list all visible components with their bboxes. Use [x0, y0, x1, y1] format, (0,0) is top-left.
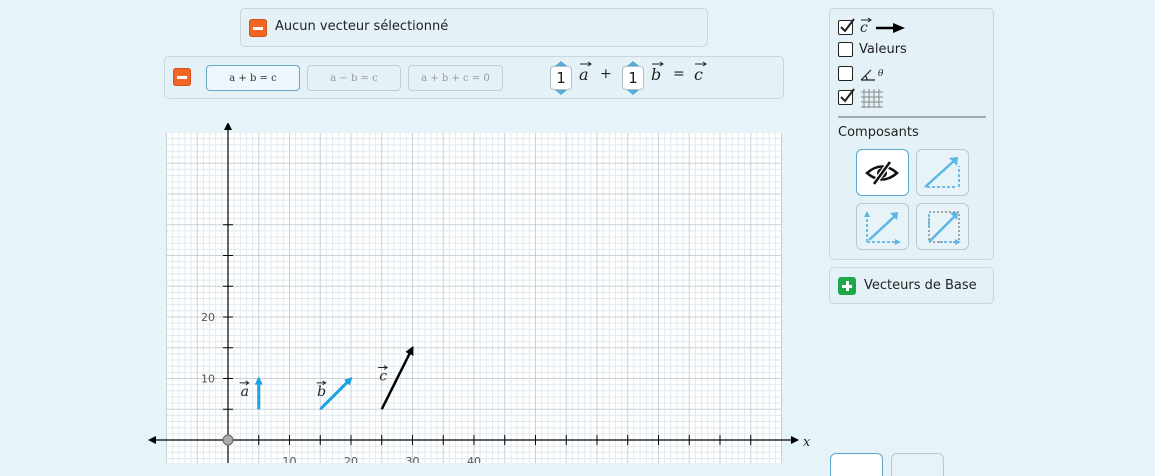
x-axis-label: x [803, 435, 811, 450]
components-axes-icon [864, 211, 901, 245]
coefficient-a-value: 1 [556, 69, 566, 87]
components-projection-button[interactable] [916, 203, 969, 250]
vector-tool-button[interactable] [830, 453, 883, 476]
y-tick-label: 20 [201, 311, 215, 324]
equation-vector-a: a [579, 65, 589, 84]
coefficient-b-stepper[interactable]: 1 [622, 61, 644, 95]
selection-panel: Aucun vecteur sélectionné [240, 8, 708, 47]
vector-a-label: a [241, 384, 249, 400]
values-label: Valeurs [859, 42, 907, 57]
base-vectors-label: Vecteurs de Base [864, 278, 977, 293]
tab-zero-sum-equation[interactable]: a + b + c = 0 [408, 65, 503, 91]
origin-handle [222, 434, 234, 446]
x-axis-left-arrow-icon [148, 436, 156, 444]
equation-toolbar: a + b = c a − b = c a + b + c = 0 1 a + … [164, 56, 784, 99]
components-parallelogram-button[interactable] [856, 203, 909, 250]
sum-arrow-icon [876, 23, 905, 33]
vector-tool-button-alt[interactable] [891, 453, 944, 476]
options-icons [838, 17, 986, 118]
coefficient-a-stepper[interactable]: 1 [550, 61, 572, 95]
sum-vector-label: c [860, 20, 868, 36]
increment-b-icon[interactable] [627, 61, 639, 66]
y-axis-up-arrow-icon [224, 123, 232, 130]
components-hidden-button[interactable] [856, 149, 909, 196]
increment-a-icon[interactable] [555, 61, 567, 66]
tab-sum-equation[interactable]: a + b = c [206, 65, 300, 91]
decrement-a-icon[interactable] [555, 90, 567, 95]
values-checkbox[interactable] [838, 42, 853, 57]
vector-graph[interactable]: xy 102030401020 abc [0, 123, 820, 463]
eye-slash-icon [865, 160, 899, 186]
equation-plus: + [600, 66, 612, 82]
base-vectors-panel[interactable]: Vecteurs de Base [829, 267, 994, 304]
components-projection-icon [928, 211, 961, 245]
x-tick-label: 40 [467, 455, 481, 463]
coefficient-b-value: 1 [628, 69, 638, 87]
vector-b-label: b [317, 384, 326, 400]
options-panel: c Valeurs θ Composants [829, 8, 994, 260]
grid-icon [861, 89, 883, 108]
angle-icon [860, 69, 875, 81]
y-tick-label: 10 [201, 373, 215, 386]
decrement-b-icon[interactable] [627, 90, 639, 95]
add-base-vectors-icon[interactable] [838, 277, 856, 295]
components-triangle-button[interactable] [916, 149, 969, 196]
selection-status-text: Aucun vecteur sélectionné [275, 19, 449, 34]
vector-c-label: c [379, 369, 387, 385]
tab-difference-equation[interactable]: a − b = c [307, 65, 401, 91]
equation-vector-c: c [694, 65, 703, 84]
x-tick-label: 10 [283, 455, 297, 463]
collapse-selection-button[interactable] [249, 19, 267, 37]
equation-vector-b: b [651, 65, 662, 84]
angle-checkbox[interactable] [838, 66, 853, 81]
x-axis-right-arrow-icon [791, 436, 799, 444]
components-triangle-icon [924, 157, 960, 188]
collapse-equation-button[interactable] [173, 68, 191, 86]
sum-vector-checkbox[interactable] [838, 20, 853, 35]
x-tick-label: 30 [406, 455, 420, 463]
composants-label: Composants [838, 125, 919, 140]
grid-checkbox[interactable] [838, 90, 853, 105]
equation-equals: = [673, 66, 685, 82]
angle-label: θ [878, 69, 884, 79]
x-tick-label: 20 [344, 455, 358, 463]
